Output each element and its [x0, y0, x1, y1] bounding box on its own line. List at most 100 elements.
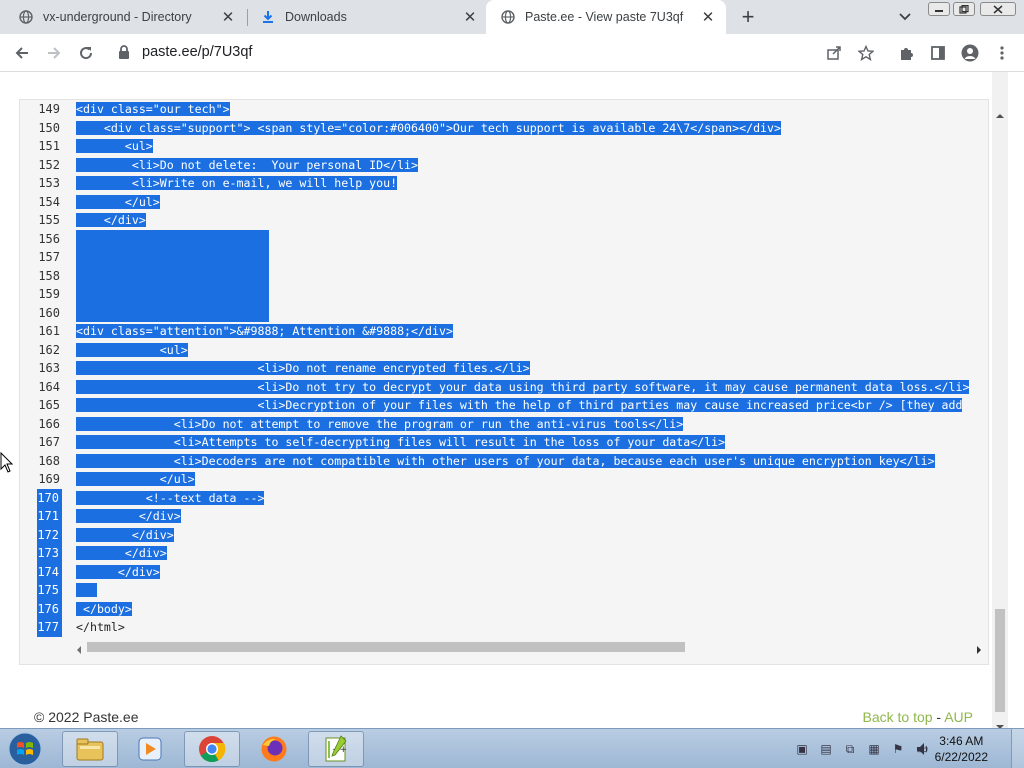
folder-icon [76, 738, 104, 761]
line-number: 171 [37, 507, 62, 526]
scroll-down-arrow-icon[interactable] [995, 717, 1005, 729]
line-number: 163 [38, 361, 60, 375]
code-line: <div class="attention">&#9888; Attention… [76, 322, 986, 341]
taskbar-explorer[interactable] [62, 731, 118, 767]
code-line-text: <li>Write on e-mail, we will help you! [76, 176, 398, 190]
taskbar-firefox[interactable] [246, 731, 302, 767]
extensions-puzzle-icon[interactable] [893, 40, 919, 66]
tray-computer-icon[interactable]: ▦ [866, 741, 882, 757]
code-line: </body> [76, 600, 986, 619]
tab-downloads[interactable]: Downloads ✕ [248, 0, 488, 34]
minimize-button[interactable] [928, 2, 950, 16]
new-tab-button[interactable]: + [737, 4, 759, 29]
line-number: 177 [37, 618, 62, 637]
code-line: <li>Write on e-mail, we will help you! [76, 174, 986, 193]
code-line-text: <li>Do not try to decrypt your data usin… [76, 379, 970, 394]
taskbar-chrome[interactable] [184, 731, 240, 767]
share-icon[interactable] [821, 40, 847, 66]
line-number: 157 [38, 250, 60, 264]
download-icon [260, 9, 276, 25]
code-line: </ul> [76, 193, 986, 212]
line-number: 167 [38, 435, 60, 449]
tab-vx-underground[interactable]: vx-underground - Directory ✕ [0, 0, 246, 34]
line-number: 169 [38, 472, 60, 486]
start-button[interactable] [4, 731, 46, 767]
profile-avatar-icon[interactable] [957, 40, 983, 66]
reload-button[interactable] [73, 40, 99, 66]
lock-icon[interactable] [118, 45, 132, 61]
code-line-text [76, 583, 97, 597]
line-number: 153 [38, 176, 60, 190]
code-line: </div> [76, 507, 986, 526]
code-line-text: <!--text data --> [76, 490, 265, 505]
code-line-text: <li>Decoders are not compatible with oth… [76, 453, 935, 468]
selected-blank-line [76, 303, 269, 322]
code-line-text: </ul> [76, 194, 160, 209]
taskbar-notepadpp[interactable]: ++ [308, 731, 364, 767]
scroll-right-arrow-icon[interactable] [976, 642, 984, 654]
bookmark-star-icon[interactable] [853, 40, 879, 66]
code-line: <li>Decryption of your files with the he… [76, 396, 986, 415]
line-number: 152 [38, 157, 60, 172]
code-line-text: <ul> [76, 342, 188, 357]
footer-copyright: © 2022 Paste.ee [34, 709, 139, 725]
line-number: 161 [38, 324, 60, 338]
tray-flag-icon[interactable]: ⚑ [890, 741, 906, 757]
tray-display-icon[interactable]: ▤ [818, 741, 834, 757]
tray-network-icon[interactable]: ▣ [794, 741, 810, 757]
close-window-button[interactable] [980, 2, 1016, 16]
page-content: 149 <div class="our tech"> 150 <div class=… [0, 72, 1008, 729]
taskbar-clock[interactable]: 3:46 AM 6/22/2022 [935, 733, 988, 765]
back-button[interactable] [9, 40, 35, 66]
side-panel-icon[interactable] [925, 40, 951, 66]
code-line: <div class="our tech"> [76, 100, 986, 119]
footer-links: Back to top - AUP [862, 709, 973, 725]
close-tab-icon[interactable]: ✕ [462, 9, 478, 26]
show-desktop-button[interactable] [1011, 729, 1024, 768]
maximize-button[interactable] [953, 2, 975, 16]
forward-button[interactable] [41, 40, 67, 66]
scroll-up-arrow-icon[interactable] [995, 106, 1005, 118]
scroll-left-arrow-icon[interactable] [76, 642, 84, 654]
code-line-text: <div class="support"> <span style="color… [76, 120, 781, 135]
line-number: 165 [38, 398, 60, 412]
back-to-top-link[interactable]: Back to top [862, 709, 932, 725]
chrome-icon [199, 736, 226, 763]
code-line: <ul> [76, 341, 986, 360]
code-line: </div> [76, 544, 986, 563]
code-line-text: <li>Decryption of your files with the he… [76, 398, 963, 412]
clock-time: 3:46 AM [939, 734, 984, 748]
line-number: 160 [38, 305, 60, 320]
code-line-text: </div> [76, 527, 174, 542]
vertical-scroll-thumb[interactable] [995, 609, 1005, 712]
horizontal-scrollbar[interactable] [76, 638, 984, 655]
line-number: 168 [38, 453, 60, 468]
line-number: 158 [38, 268, 60, 283]
code-line [76, 581, 986, 600]
line-number: 162 [38, 342, 60, 357]
horizontal-scroll-thumb[interactable] [87, 642, 685, 652]
line-number: 174 [37, 562, 62, 581]
code-line-text: </div> [76, 546, 167, 560]
code-line: <li>Do not rename encrypted files.</li> [76, 359, 986, 378]
code-line: <li>Attempts to self-decrypting files wi… [76, 433, 986, 452]
taskbar-media-player[interactable] [122, 731, 178, 767]
footer-separator: - [932, 709, 945, 725]
tab-search-icon[interactable] [897, 9, 913, 25]
volume-icon[interactable] [915, 741, 931, 757]
code-line: </ul> [76, 470, 986, 489]
aup-link[interactable]: AUP [944, 709, 973, 725]
menu-kebab-icon[interactable] [989, 40, 1015, 66]
windows-taskbar: ++ ▣ ▤ ⧉ ▦ ⚑ ▭ 3:46 AM 6/22/2022 [0, 728, 1024, 768]
code-line-text: <li>Do not attempt to remove the program… [76, 416, 684, 431]
line-number: 175 [37, 581, 62, 600]
tab-title: Paste.ee - View paste 7U3qf [525, 10, 684, 24]
close-tab-icon[interactable]: ✕ [700, 9, 716, 26]
code-line-text: </div> [76, 564, 160, 579]
globe-icon [500, 9, 516, 25]
vertical-scrollbar[interactable] [992, 72, 1008, 729]
tray-device-icon[interactable]: ⧉ [842, 741, 858, 757]
tab-paste-ee[interactable]: Paste.ee - View paste 7U3qf ✕ [486, 0, 726, 34]
address-bar[interactable]: paste.ee/p/7U3qf [142, 44, 252, 60]
close-tab-icon[interactable]: ✕ [220, 9, 236, 26]
